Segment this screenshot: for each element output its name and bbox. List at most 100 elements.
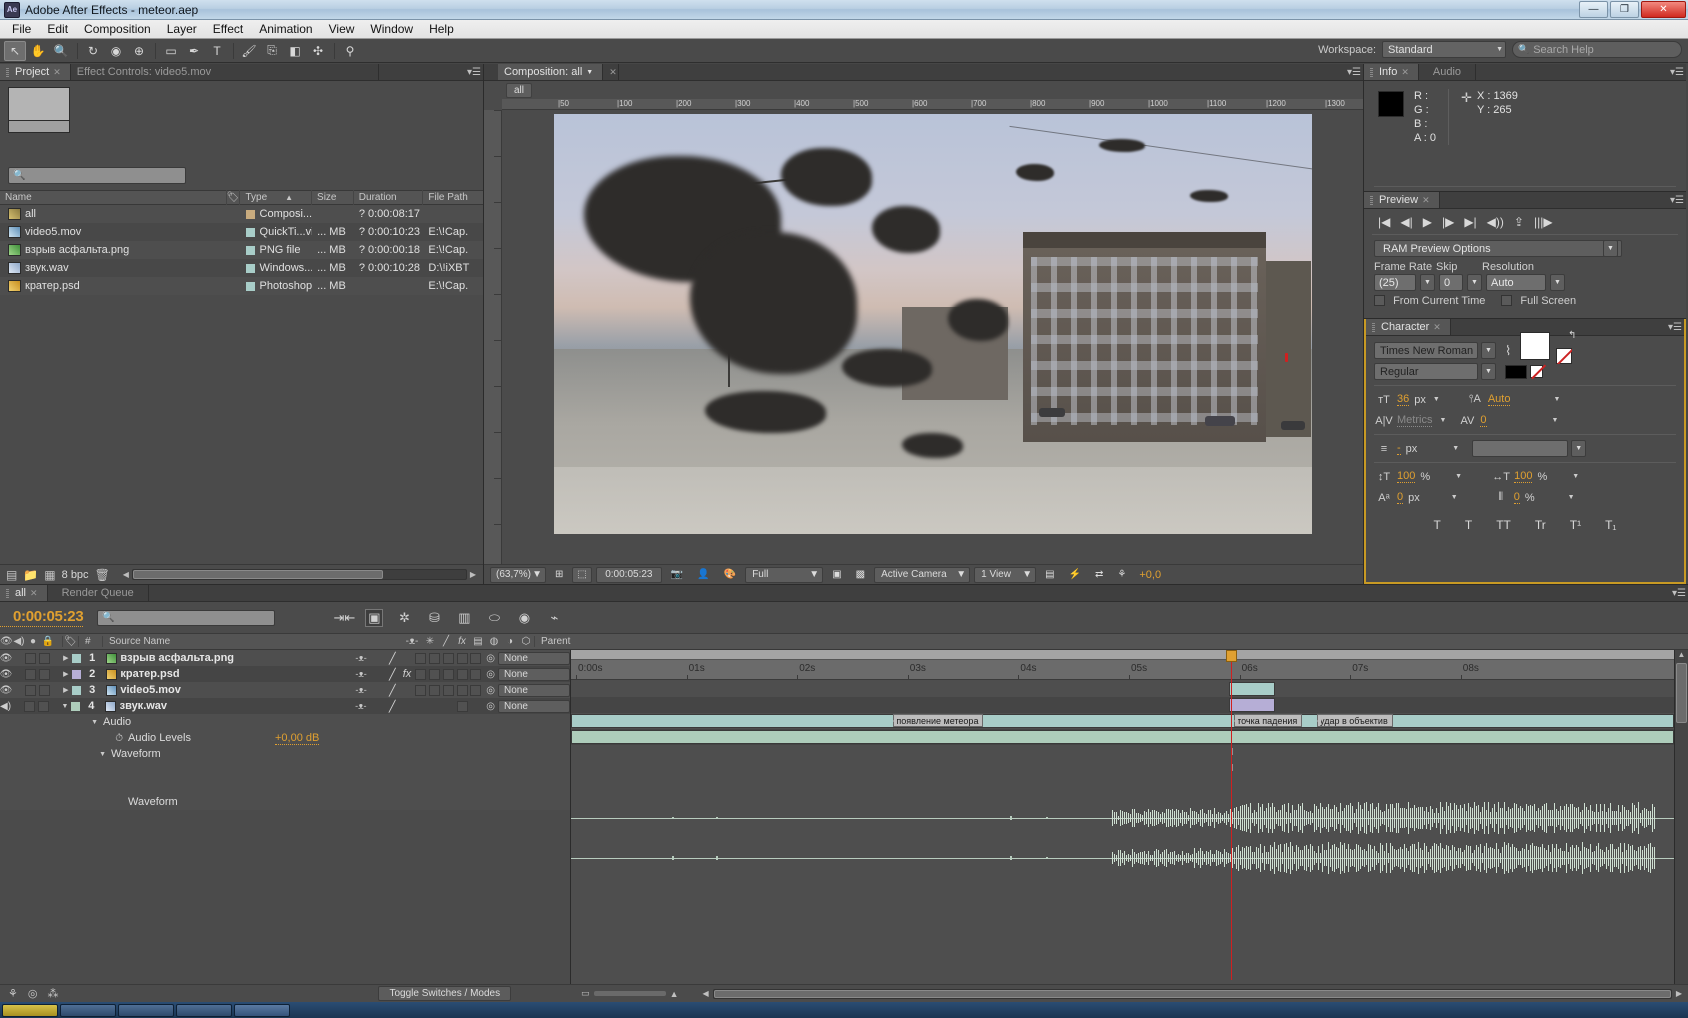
font-family-field[interactable]: Times New Roman: [1374, 342, 1478, 359]
panel-grip-icon[interactable]: [484, 64, 498, 80]
timeline-track-row[interactable]: I: [571, 745, 1674, 761]
timeline-marker[interactable]: точка падения: [1234, 714, 1302, 727]
horizontal-scale-value[interactable]: 100: [1514, 470, 1532, 483]
interpret-footage-icon[interactable]: ▦: [44, 568, 55, 582]
timeline-current-time[interactable]: 0:00:05:23: [0, 608, 83, 627]
menu-window[interactable]: Window: [362, 20, 421, 38]
composition-viewer[interactable]: [502, 110, 1363, 564]
last-frame-icon[interactable]: ▶|: [1464, 215, 1476, 229]
menu-layer[interactable]: Layer: [159, 20, 205, 38]
menu-file[interactable]: File: [4, 20, 39, 38]
menu-edit[interactable]: Edit: [39, 20, 76, 38]
taskbar-item-3[interactable]: [118, 1004, 174, 1017]
av-features-icon[interactable]: -ᴥ-: [350, 682, 372, 698]
timeline-track-row[interactable]: [571, 681, 1674, 697]
font-style-dropdown-icon[interactable]: ▼: [1481, 363, 1496, 380]
adjustment-switch[interactable]: [443, 653, 454, 664]
brainstorm-icon[interactable]: ⬭: [485, 609, 503, 627]
audio-toggle-icon[interactable]: ◀): [0, 698, 11, 714]
col-size[interactable]: Size: [312, 190, 354, 205]
char-style-button-1[interactable]: T: [1465, 518, 1472, 532]
expand-triangle-right-icon[interactable]: ▶: [58, 666, 73, 682]
layer-label-swatch[interactable]: [72, 686, 81, 695]
col-duration[interactable]: Duration: [354, 190, 424, 205]
channel-rgb-icon[interactable]: 🎨: [719, 567, 741, 583]
resolution-field[interactable]: Auto: [1486, 274, 1546, 291]
parent-dropdown[interactable]: None: [498, 668, 570, 681]
panel-grip-icon[interactable]: [1370, 68, 1373, 77]
maximize-button[interactable]: ❐: [1610, 1, 1639, 18]
motion-blur-switch[interactable]: [429, 653, 440, 664]
unified-camera-tool[interactable]: ◉: [105, 41, 127, 61]
project-horizontal-scrollbar[interactable]: ◀ ▶: [120, 568, 479, 581]
tracking-dropdown-icon[interactable]: ▼: [1552, 417, 1559, 424]
cycle-switches-icon[interactable]: ◎: [28, 987, 38, 1000]
new-comp-icon[interactable]: ▤: [6, 568, 17, 582]
project-item-row[interactable]: взрыв асфальта.pngPNG file... MB? 0:00:0…: [0, 241, 483, 259]
stroke-style-dropdown-icon[interactable]: ▼: [1571, 440, 1586, 457]
tsume-value[interactable]: 0: [1514, 491, 1520, 504]
kerning-dropdown-icon[interactable]: ▼: [1439, 417, 1446, 424]
leading-value[interactable]: Auto: [1488, 393, 1511, 406]
tab-preview[interactable]: Preview ✕: [1364, 192, 1440, 208]
graph-editor-icon[interactable]: ▥: [455, 609, 473, 627]
pen-tool[interactable]: ✒: [183, 41, 205, 61]
ram-preview-icon[interactable]: ⇪: [1514, 215, 1524, 229]
panel-grip-icon[interactable]: [1370, 196, 1373, 205]
auto-keyframe-icon[interactable]: ◉: [515, 609, 533, 627]
timeline-marker[interactable]: появление метеора: [893, 714, 983, 727]
tab-audio[interactable]: Audio: [1419, 64, 1476, 80]
font-size-value[interactable]: 36: [1397, 393, 1409, 406]
3d-layer-switch[interactable]: [457, 669, 468, 680]
stroke-style-field[interactable]: [1472, 440, 1568, 457]
scroll-thumb[interactable]: [1676, 663, 1687, 723]
adjustment-switch[interactable]: [443, 669, 454, 680]
layer-label-swatch[interactable]: [72, 670, 81, 679]
expand-triangle-right-icon[interactable]: ▶: [58, 650, 73, 666]
close-icon[interactable]: ✕: [53, 67, 61, 78]
chevron-down-icon[interactable]: ▼: [1603, 240, 1618, 257]
eye-visibility-icon[interactable]: 👁: [0, 650, 12, 666]
layer-name[interactable]: кратер.psd: [120, 666, 350, 682]
vertical-scale-value[interactable]: 100: [1397, 470, 1415, 483]
collapse-switch[interactable]: [470, 653, 481, 664]
hide-shy-layers-icon[interactable]: ✲: [395, 609, 413, 627]
quality-switch[interactable]: ╱: [385, 650, 400, 666]
leading-dropdown-icon[interactable]: ▼: [1553, 396, 1560, 403]
char-style-button-0[interactable]: T: [1434, 518, 1441, 532]
eraser-tool[interactable]: ◧: [284, 41, 306, 61]
timeline-hscroll-track[interactable]: [713, 989, 1672, 999]
collapse-switch[interactable]: [470, 669, 481, 680]
live-update-icon[interactable]: ⇥⇤: [335, 609, 353, 627]
skip-field[interactable]: 0: [1439, 274, 1463, 291]
preview-panel-menu-icon[interactable]: ▾☰: [1668, 192, 1686, 208]
project-item-row[interactable]: кратер.psdPhotoshop... MBE:\!Cap.: [0, 277, 483, 295]
char-style-button-5[interactable]: T₁: [1605, 518, 1616, 532]
project-item-row[interactable]: video5.movQuickTi...vie... MB? 0:00:10:2…: [0, 223, 483, 241]
taskbar-item-1[interactable]: [2, 1004, 58, 1017]
region-of-interest-icon[interactable]: ⬚: [572, 567, 591, 583]
audio-group-row[interactable]: ▼Audio: [0, 714, 570, 730]
lock-toggle[interactable]: [39, 685, 50, 696]
3d-layer-switch[interactable]: [457, 653, 468, 664]
close-icon[interactable]: ✕: [1433, 322, 1441, 333]
current-time-display[interactable]: 0:00:05:23: [596, 567, 662, 583]
col-name[interactable]: Name: [0, 190, 227, 205]
layer-name[interactable]: video5.mov: [120, 682, 350, 698]
timeline-track-row[interactable]: [571, 697, 1674, 713]
play-icon[interactable]: ▶: [1423, 215, 1432, 229]
zoom-tool[interactable]: 🔍: [50, 41, 72, 61]
eye-visibility-icon[interactable]: 👁: [0, 682, 12, 698]
scroll-up-icon[interactable]: ▲: [1675, 650, 1688, 662]
chevron-down-icon[interactable]: ▼: [586, 69, 593, 76]
close-button[interactable]: ✕: [1641, 1, 1686, 18]
close-icon[interactable]: ✕: [1401, 67, 1409, 78]
resolution-dropdown-icon[interactable]: ▼: [1550, 274, 1565, 291]
scroll-left-icon[interactable]: ◀: [120, 570, 132, 579]
expand-triangle-down-icon[interactable]: ▼: [58, 698, 73, 714]
quality-switch[interactable]: ╱: [385, 682, 400, 698]
timeline-track-row[interactable]: [571, 729, 1674, 745]
expand-triangle-right-icon[interactable]: ▶: [58, 682, 73, 698]
from-current-time-checkbox[interactable]: From Current Time: [1374, 295, 1485, 307]
scroll-right-icon[interactable]: ▶: [1676, 989, 1682, 998]
